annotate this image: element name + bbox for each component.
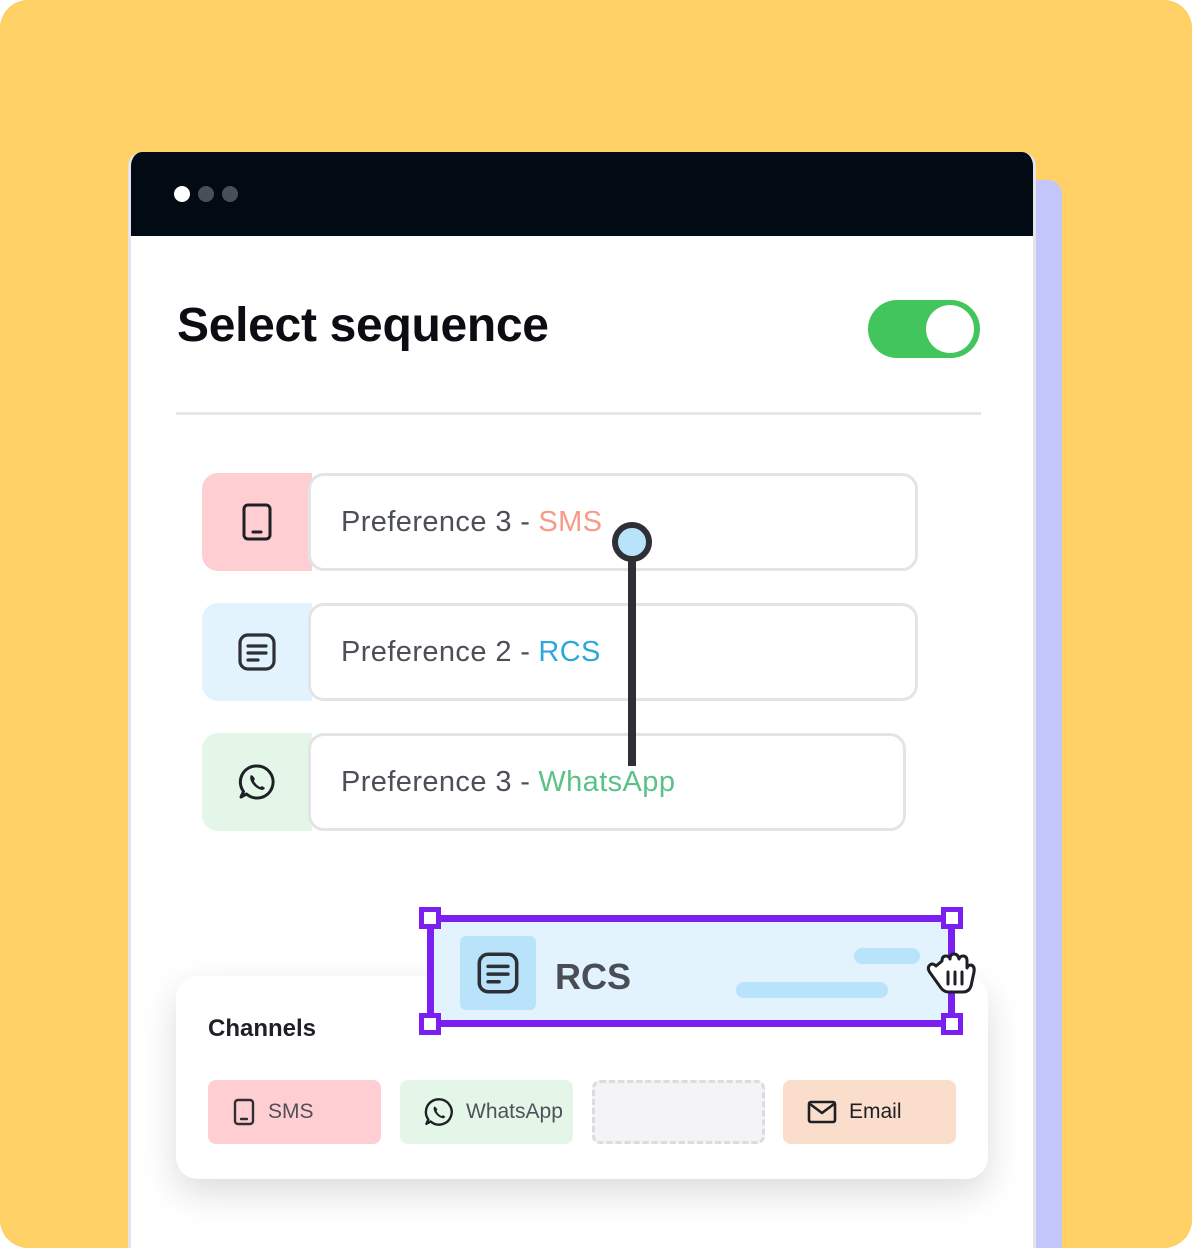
- preference-field: Preference 3 - WhatsApp: [308, 733, 906, 831]
- preference-icon-box: [202, 473, 312, 571]
- channel-chip-label: SMS: [268, 1100, 314, 1123]
- preference-channel: SMS: [538, 505, 603, 538]
- connector-node[interactable]: [612, 522, 652, 562]
- phone-icon: [233, 1098, 255, 1126]
- resize-handle-bottom-right[interactable]: [941, 1013, 963, 1035]
- preference-row-sms[interactable]: Preference 3 - SMS: [202, 473, 918, 571]
- window-dot-close[interactable]: [174, 186, 190, 202]
- resize-handle-top-left[interactable]: [419, 907, 441, 929]
- preference-channel: WhatsApp: [538, 765, 676, 798]
- message-icon: [238, 633, 276, 671]
- whatsapp-icon: [424, 1098, 453, 1126]
- skeleton-line: [736, 982, 888, 998]
- channel-chip-label: WhatsApp: [466, 1100, 563, 1123]
- preference-label: Preference 2 -: [341, 635, 531, 668]
- preference-field: Preference 2 - RCS: [308, 603, 918, 701]
- skeleton-line: [854, 948, 920, 964]
- whatsapp-icon: [238, 764, 275, 800]
- window-dot-minimize[interactable]: [198, 186, 214, 202]
- toggle-knob: [926, 305, 974, 353]
- window-titlebar: [131, 152, 1033, 236]
- preference-row-rcs[interactable]: Preference 2 - RCS: [202, 603, 918, 701]
- channels-title: Channels: [208, 1015, 317, 1042]
- channel-chip-email[interactable]: Email: [783, 1080, 956, 1144]
- grab-hand-icon: [926, 952, 976, 994]
- resize-handle-top-right[interactable]: [941, 907, 963, 929]
- canvas-background: Select sequence Preference 3 - SMS Prefe…: [0, 0, 1192, 1248]
- sequence-toggle[interactable]: [868, 300, 980, 358]
- channel-chip-sms[interactable]: SMS: [208, 1080, 381, 1144]
- preference-icon-box: [202, 603, 312, 701]
- channel-chip-placeholder[interactable]: [592, 1080, 765, 1144]
- preference-label: Preference 3 -: [341, 505, 531, 538]
- phone-icon: [242, 503, 272, 541]
- preference-label: Preference 3 -: [341, 765, 531, 798]
- preference-icon-box: [202, 733, 312, 831]
- preference-row-whatsapp[interactable]: Preference 3 - WhatsApp: [202, 733, 906, 831]
- connector-line: [628, 540, 636, 766]
- resize-handle-bottom-left[interactable]: [419, 1013, 441, 1035]
- header-divider: [176, 412, 981, 415]
- channel-chip-label: Email: [849, 1100, 902, 1123]
- preference-channel: RCS: [538, 635, 601, 668]
- preference-field: Preference 3 - SMS: [308, 473, 918, 571]
- window-dot-maximize[interactable]: [222, 186, 238, 202]
- dragging-card-rcs[interactable]: RCS: [419, 907, 963, 1035]
- drag-card-label: RCS: [555, 956, 632, 997]
- mail-icon: [807, 1100, 837, 1124]
- drag-card-icon-box: [460, 936, 536, 1010]
- channel-chip-whatsapp[interactable]: WhatsApp: [400, 1080, 573, 1144]
- message-icon: [477, 952, 519, 994]
- page-title: Select sequence: [177, 299, 549, 352]
